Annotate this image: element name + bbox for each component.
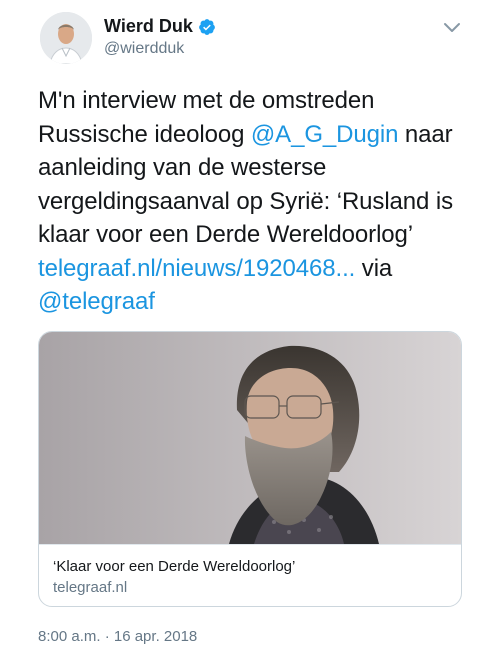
tweet-text-segment: Russische ideoloog	[38, 120, 251, 148]
tweet-line: aanleiding van de westerse	[38, 151, 468, 185]
tweet-text-segment: aanleiding van de westerse	[38, 154, 327, 181]
mention-link[interactable]: @A_G_Dugin	[251, 121, 399, 148]
card-title[interactable]: ‘Klaar voor een Derde Wereldoorlog’	[53, 557, 449, 576]
chevron-down-icon[interactable]	[443, 22, 461, 34]
card-body[interactable]: ‘Klaar voor een Derde Wereldoorlog’ tele…	[39, 544, 461, 606]
tweet-text-segment: klaar voor een Derde Wereldoorlog’	[38, 221, 414, 248]
tweet-line: klaar voor een Derde Wereldoorlog’	[38, 218, 468, 252]
tweet-text-segment: via	[355, 254, 393, 282]
tweet-header: Wierd Duk @wierdduk	[0, 0, 485, 80]
tweet-line: M'n interview met de omstreden	[38, 84, 468, 118]
tweet-text-segment: naar	[398, 120, 453, 148]
author-handle[interactable]: @wierdduk	[104, 40, 184, 58]
tweet-line: @telegraaf	[38, 285, 468, 319]
tweet-line: Russische ideoloog @A_G_Dugin naar	[38, 118, 468, 152]
tweet-timestamp[interactable]: 8:00 a.m. · 16 apr. 2018	[38, 628, 197, 645]
tweet-text-segment: vergeldingsaanval op Syrië: ‘Rusland is	[38, 187, 453, 215]
tweet-line: telegraaf.nl/nieuws/1920468... via	[38, 252, 468, 286]
author-avatar[interactable]	[40, 12, 92, 64]
tweet-line: vergeldingsaanval op Syrië: ‘Rusland is	[38, 185, 468, 219]
article-url-link[interactable]: telegraaf.nl/nieuws/1920468...	[38, 255, 355, 282]
avatar-portrait-icon	[40, 12, 92, 64]
card-image-portrait[interactable]	[39, 332, 462, 544]
tweet-text-segment: M'n interview met de omstreden	[38, 87, 375, 114]
link-preview-card[interactable]: ‘Klaar voor een Derde Wereldoorlog’ tele…	[38, 331, 462, 607]
verified-badge-icon	[198, 18, 215, 35]
card-domain: telegraaf.nl	[53, 579, 128, 596]
mention-link[interactable]: @telegraaf	[38, 288, 155, 315]
tweet-text: M'n interview met de omstreden Russische…	[38, 84, 468, 319]
author-display-name[interactable]: Wierd Duk	[104, 16, 193, 37]
